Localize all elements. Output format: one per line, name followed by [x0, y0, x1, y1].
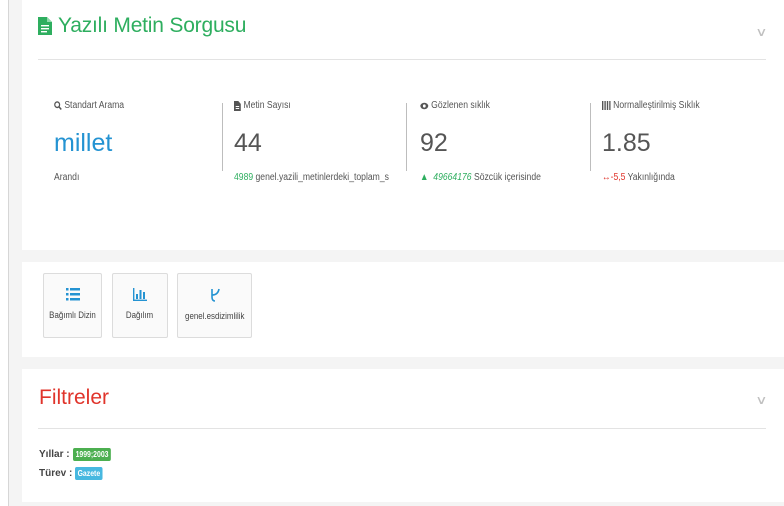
stat-standard-search: Standart Arama millet Arandı	[54, 100, 135, 183]
search-icon	[54, 101, 62, 110]
type-label: Türev :	[39, 468, 73, 479]
collocation-button[interactable]: genel.esdizimlilik	[177, 273, 252, 338]
bars-icon	[602, 101, 611, 110]
years-badge: 1999;2003	[72, 448, 111, 461]
stat-observed-frequency: Gözlenen sıklık 92 ▲ 49664176 Sözcük içe…	[420, 100, 561, 183]
file-icon	[38, 17, 52, 35]
query-panel-header: Yazılı Metin Sorgusu	[38, 14, 246, 38]
stat-normalized-frequency: Normalleştirilmiş Sıklık 1.85 ↔-5,5 Yakı…	[602, 100, 716, 183]
file-icon	[234, 100, 241, 111]
years-filter: Yıllar : 1999;2003	[39, 448, 117, 461]
stat-foot-text: genel.yazili_metinlerdeki_toplam_s	[253, 172, 389, 183]
list-icon	[65, 288, 80, 301]
query-panel-title: Yazılı Metin Sorgusu	[58, 14, 247, 37]
filters-divider	[38, 428, 766, 429]
chevron-down-icon[interactable]: ∨	[755, 393, 767, 407]
left-right-arrow-icon: ↔	[602, 172, 611, 183]
text-count-value: 44	[234, 129, 262, 157]
bar-chart-icon	[133, 288, 147, 301]
tool-label: genel.esdizimlilik	[184, 311, 245, 321]
normalized-frequency-value: 1.85	[602, 129, 651, 157]
stat-foot-text: Sözcük içerisinde	[471, 172, 541, 183]
up-arrow-icon: ▲	[420, 172, 434, 183]
stat-text-count: Metin Sayısı 44 4989 genel.yazili_metinl…	[234, 100, 414, 183]
fork-icon	[210, 288, 220, 302]
proximity-value: -5,5	[610, 172, 626, 183]
stat-foot-text: Yakınlığında	[625, 172, 675, 183]
query-panel: Yazılı Metin Sorgusu ∨ Standart Arama mi…	[22, 0, 784, 250]
observed-frequency-value: 92	[420, 129, 448, 157]
filters-panel: Filtreler ∨ Yıllar : 1999;2003 Türev : G…	[22, 369, 784, 502]
header-divider	[38, 59, 766, 60]
stat-separator	[590, 103, 591, 171]
stat-label: Metin Sayısı	[243, 100, 291, 111]
chevron-down-icon[interactable]: ∨	[755, 25, 767, 39]
stat-foot: Arandı	[54, 172, 80, 183]
type-filter: Türev : Gazete	[39, 467, 108, 480]
tool-label: Dağılım	[126, 310, 154, 320]
stat-label: Gözlenen sıklık	[431, 100, 490, 111]
stat-separator	[406, 103, 407, 171]
total-count: 4989	[234, 172, 254, 183]
stat-label: Standart Arama	[64, 100, 125, 111]
concordance-button[interactable]: Bağımlı Dizin	[43, 273, 102, 338]
left-sidebar-edge	[0, 0, 9, 506]
total-words: 49664176	[433, 172, 472, 183]
years-label: Yıllar :	[39, 449, 70, 460]
tool-label: Bağımlı Dizin	[49, 310, 96, 320]
stat-label: Normalleştirilmiş Sıklık	[613, 100, 700, 111]
search-term-value: millet	[54, 129, 113, 157]
type-badge: Gazete	[75, 467, 104, 480]
filters-title: Filtreler	[39, 386, 110, 409]
distribution-button[interactable]: Dağılım	[112, 273, 168, 338]
eye-icon	[420, 102, 429, 109]
stat-separator	[222, 103, 223, 171]
